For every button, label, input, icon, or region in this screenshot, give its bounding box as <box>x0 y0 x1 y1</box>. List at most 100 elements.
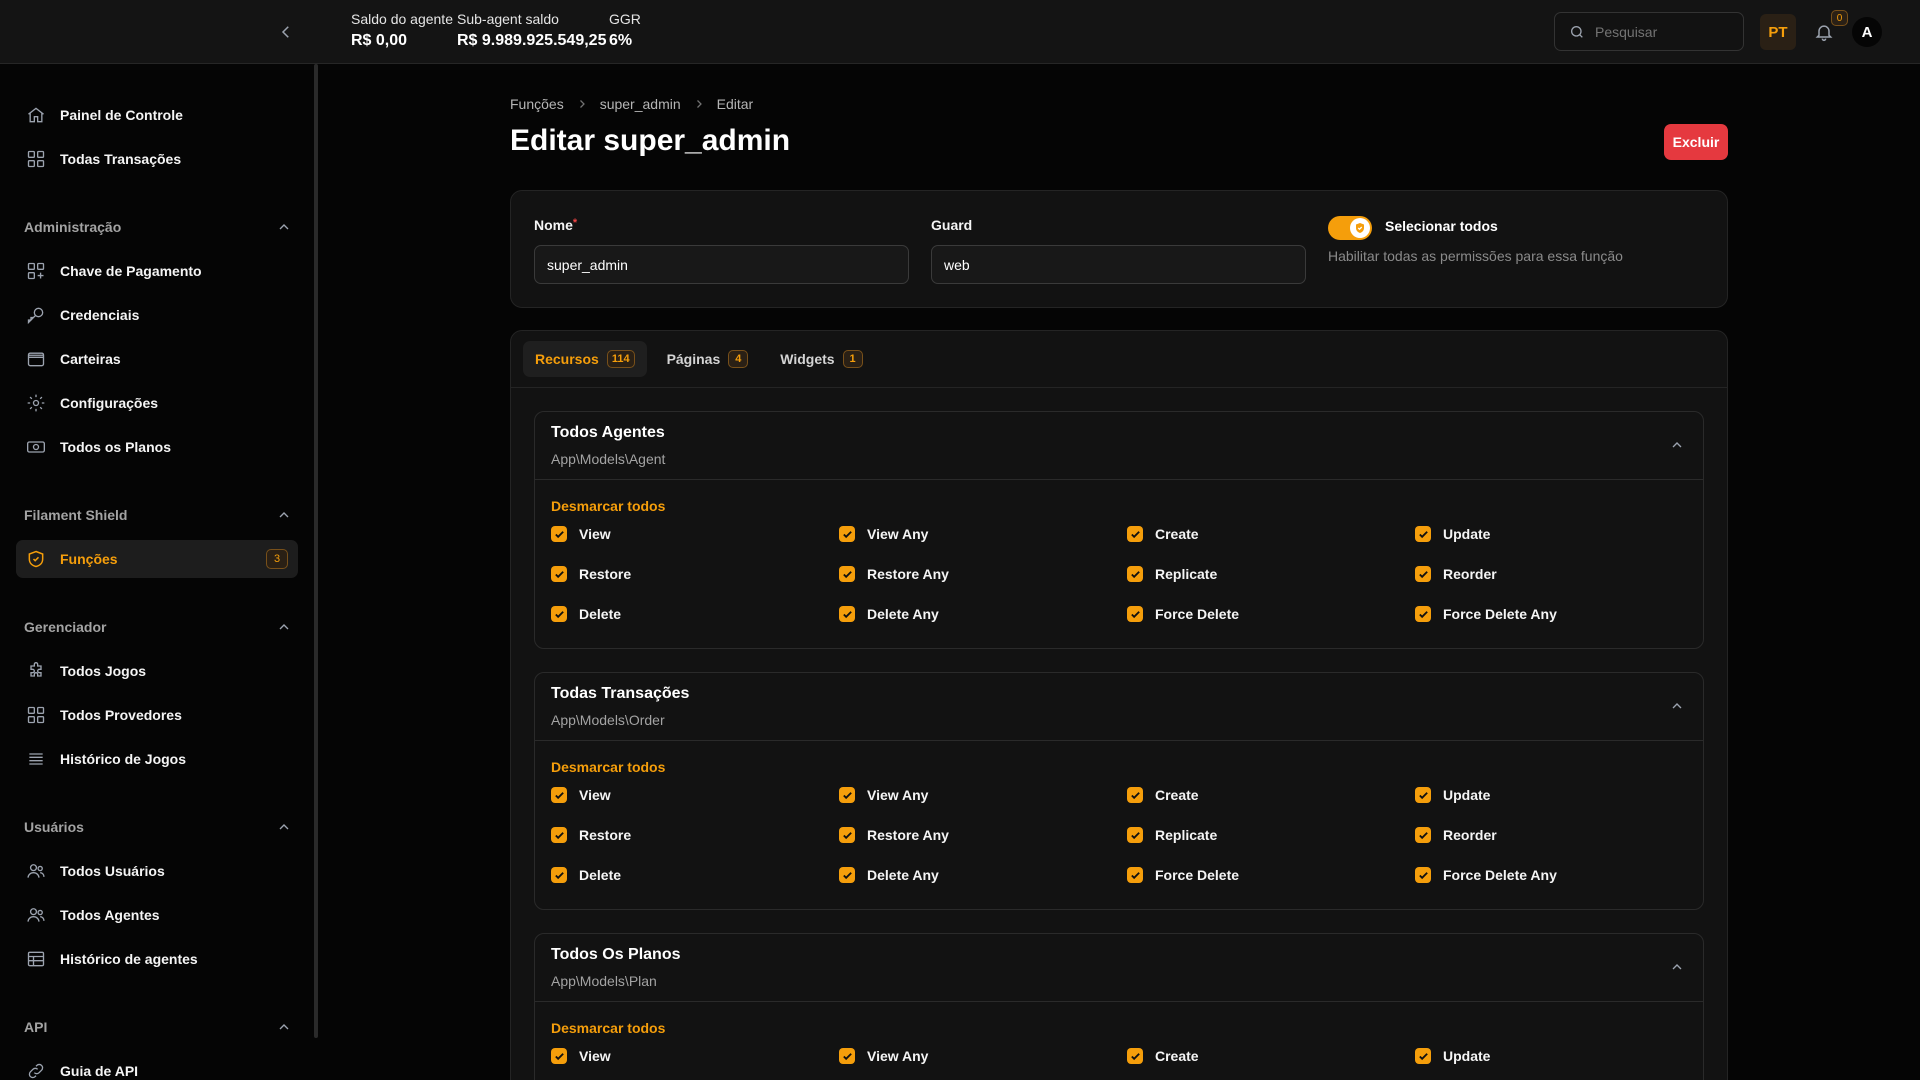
section-header[interactable]: Todos Agentes App\Models\Agent <box>535 412 1703 480</box>
checkbox-checked[interactable] <box>551 827 567 843</box>
sidebar-group-gerenciador[interactable]: Gerenciador <box>24 615 292 639</box>
permission-checkbox-item[interactable]: Force Delete Any <box>1415 867 1691 883</box>
permission-checkbox-item[interactable]: Reorder <box>1415 566 1691 582</box>
checkbox-checked[interactable] <box>1415 566 1431 582</box>
checkbox-checked[interactable] <box>551 526 567 542</box>
permission-checkbox-item[interactable]: Force Delete <box>1127 606 1415 622</box>
permission-checkbox-item[interactable]: Update <box>1415 787 1691 803</box>
permission-checkbox-item[interactable]: Force Delete <box>1127 867 1415 883</box>
sidebar-item-transactions[interactable]: Todas Transações <box>16 140 298 178</box>
permission-checkbox-item[interactable]: Create <box>1127 787 1415 803</box>
permission-checkbox-item[interactable]: Update <box>1415 526 1691 542</box>
permission-checkbox-item[interactable]: Create <box>1127 526 1415 542</box>
permission-checkbox-item[interactable]: Restore Any <box>839 566 1127 582</box>
sidebar-item-todos-provedores[interactable]: Todos Provedores <box>16 696 298 734</box>
permission-checkbox-item[interactable]: Replicate <box>1127 827 1415 843</box>
permission-checkbox-item[interactable]: View <box>551 1048 839 1064</box>
checkbox-checked[interactable] <box>1415 1048 1431 1064</box>
checkbox-checked[interactable] <box>839 1048 855 1064</box>
search-input[interactable] <box>1595 23 1735 40</box>
deselect-all-link[interactable]: Desmarcar todos <box>551 498 665 514</box>
sidebar-item-todos-agentes[interactable]: Todos Agentes <box>16 896 298 934</box>
permission-checkbox-item[interactable]: View <box>551 526 839 542</box>
checkbox-checked[interactable] <box>551 787 567 803</box>
sidebar-item-historico-agentes[interactable]: Histórico de agentes <box>16 940 298 978</box>
guard-field-label: Guard <box>931 217 973 233</box>
sidebar-item-todos-planos[interactable]: Todos os Planos <box>16 428 298 466</box>
section-header[interactable]: Todas Transações App\Models\Order <box>535 673 1703 741</box>
breadcrumb-item-funcoes[interactable]: Funções <box>510 96 564 112</box>
checkbox-checked[interactable] <box>551 867 567 883</box>
tab-paginas[interactable]: Páginas 4 <box>655 341 761 377</box>
permission-checkbox-item[interactable]: Delete <box>551 867 839 883</box>
permission-checkbox-item[interactable]: View Any <box>839 526 1127 542</box>
guard-field[interactable] <box>931 245 1306 284</box>
checkbox-checked[interactable] <box>1127 1048 1143 1064</box>
sidebar-item-dashboard[interactable]: Painel de Controle <box>16 96 298 134</box>
sidebar-item-historico-jogos[interactable]: Histórico de Jogos <box>16 740 298 778</box>
sidebar-group-usuarios[interactable]: Usuários <box>24 815 292 839</box>
checkbox-checked[interactable] <box>1415 867 1431 883</box>
permission-checkbox-item[interactable]: Restore <box>551 827 839 843</box>
permission-checkbox-item[interactable]: Create <box>1127 1048 1415 1064</box>
sidebar-group-api[interactable]: API <box>24 1015 292 1039</box>
checkbox-checked[interactable] <box>1127 867 1143 883</box>
checkbox-checked[interactable] <box>1415 606 1431 622</box>
delete-button[interactable]: Excluir <box>1664 124 1728 160</box>
sidebar-item-chave-pagamento[interactable]: Chave de Pagamento <box>16 252 298 290</box>
permission-checkbox-item[interactable]: Update <box>1415 1048 1691 1064</box>
sidebar-group-administracao[interactable]: Administração <box>24 215 292 239</box>
sidebar-group-filament-shield[interactable]: Filament Shield <box>24 503 292 527</box>
checkbox-checked[interactable] <box>1127 526 1143 542</box>
checkbox-checked[interactable] <box>839 606 855 622</box>
checkbox-checked[interactable] <box>1415 787 1431 803</box>
permission-checkbox-item[interactable]: View Any <box>839 787 1127 803</box>
checkbox-checked[interactable] <box>839 827 855 843</box>
checkbox-checked[interactable] <box>1127 787 1143 803</box>
checkbox-checked[interactable] <box>551 566 567 582</box>
checkbox-checked[interactable] <box>1127 606 1143 622</box>
chevron-up-icon[interactable] <box>1669 437 1687 455</box>
permission-checkbox-item[interactable]: Force Delete Any <box>1415 606 1691 622</box>
name-field[interactable] <box>534 245 909 284</box>
deselect-all-link[interactable]: Desmarcar todos <box>551 1020 665 1036</box>
checkbox-checked[interactable] <box>839 787 855 803</box>
checkbox-checked[interactable] <box>839 867 855 883</box>
sidebar-item-todos-usuarios[interactable]: Todos Usuários <box>16 852 298 890</box>
checkbox-checked[interactable] <box>1415 827 1431 843</box>
permission-checkbox-item[interactable]: Delete Any <box>839 867 1127 883</box>
collapse-sidebar-button[interactable] <box>272 18 300 46</box>
permission-checkbox-item[interactable]: View <box>551 787 839 803</box>
sidebar-item-todos-jogos[interactable]: Todos Jogos <box>16 652 298 690</box>
sidebar-scrollbar[interactable] <box>314 64 318 1038</box>
checkbox-checked[interactable] <box>1415 526 1431 542</box>
avatar[interactable]: A <box>1852 17 1882 47</box>
chevron-up-icon[interactable] <box>1669 959 1687 977</box>
chevron-up-icon[interactable] <box>1669 698 1687 716</box>
permission-checkbox-item[interactable]: Delete Any <box>839 606 1127 622</box>
checkbox-checked[interactable] <box>1127 566 1143 582</box>
permission-checkbox-item[interactable]: Reorder <box>1415 827 1691 843</box>
checkbox-checked[interactable] <box>551 606 567 622</box>
tab-recursos[interactable]: Recursos 114 <box>523 341 647 377</box>
sidebar-item-carteiras[interactable]: Carteiras <box>16 340 298 378</box>
select-all-toggle[interactable] <box>1328 216 1372 240</box>
checkbox-checked[interactable] <box>551 1048 567 1064</box>
permission-checkbox-item[interactable]: Restore Any <box>839 827 1127 843</box>
sidebar-item-funcoes[interactable]: Funções 3 <box>16 540 298 578</box>
permission-checkbox-item[interactable]: Delete <box>551 606 839 622</box>
permission-checkbox-item[interactable]: View Any <box>839 1048 1127 1064</box>
permission-checkbox-item[interactable]: Replicate <box>1127 566 1415 582</box>
sidebar-item-credenciais[interactable]: Credenciais <box>16 296 298 334</box>
sidebar-item-configuracoes[interactable]: Configurações <box>16 384 298 422</box>
checkbox-checked[interactable] <box>839 526 855 542</box>
deselect-all-link[interactable]: Desmarcar todos <box>551 759 665 775</box>
checkbox-checked[interactable] <box>839 566 855 582</box>
permission-checkbox-item[interactable]: Restore <box>551 566 839 582</box>
breadcrumb-item-record[interactable]: super_admin <box>600 96 681 112</box>
section-header[interactable]: Todos Os Planos App\Models\Plan <box>535 934 1703 1002</box>
language-switcher[interactable]: PT <box>1760 14 1796 50</box>
sidebar-item-guia-api[interactable]: Guia de API <box>16 1052 298 1080</box>
tab-widgets[interactable]: Widgets 1 <box>768 341 874 377</box>
checkbox-checked[interactable] <box>1127 827 1143 843</box>
